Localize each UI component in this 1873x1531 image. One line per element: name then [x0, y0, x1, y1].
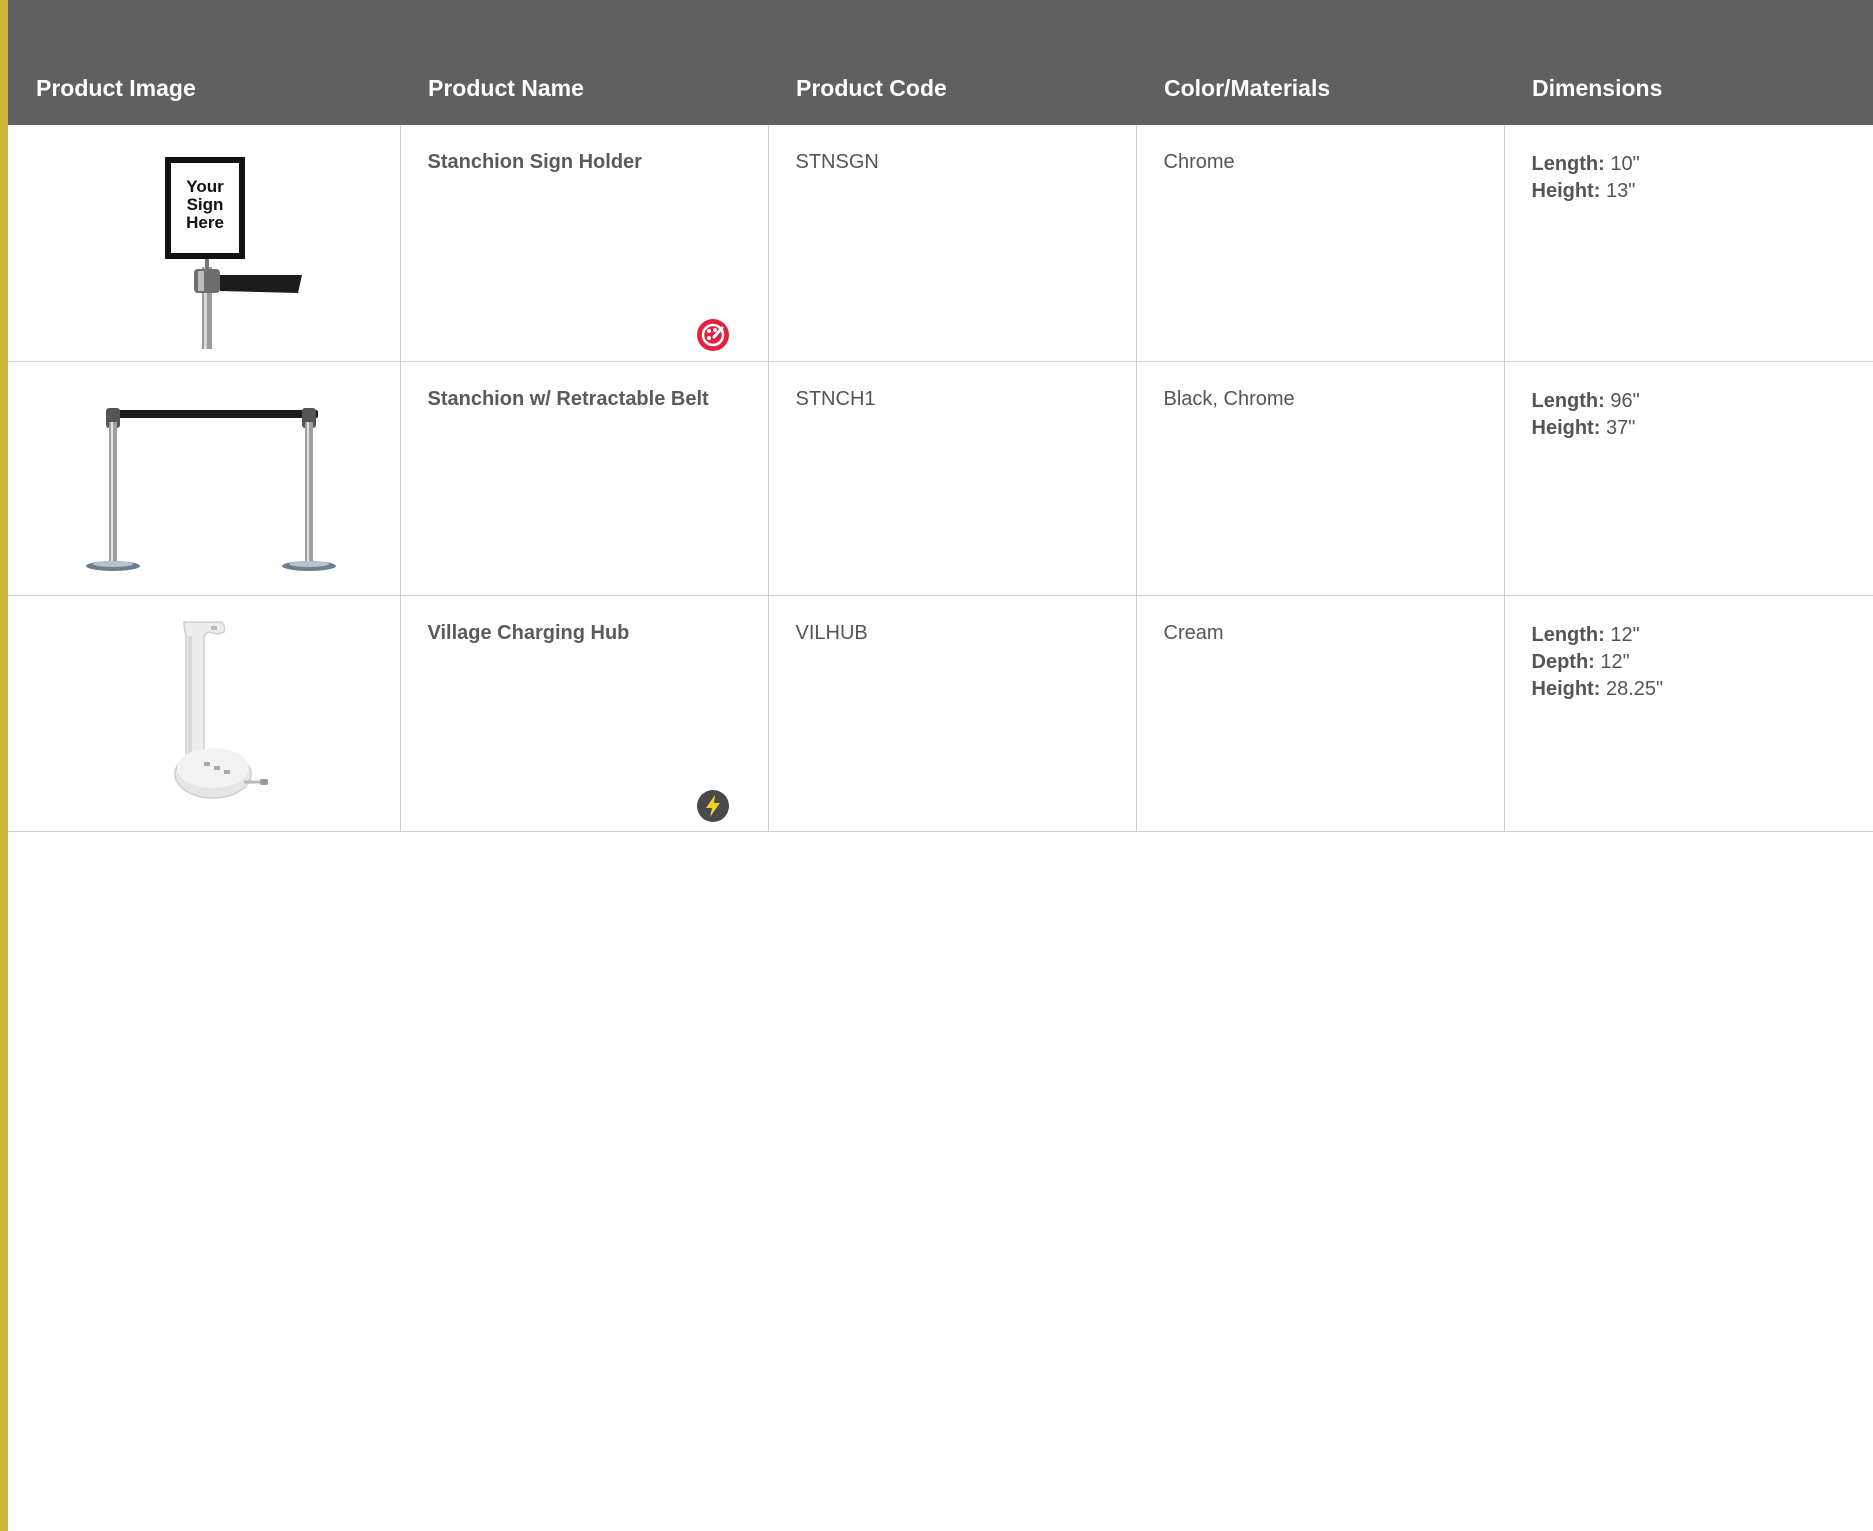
charging-hub-image [8, 596, 400, 831]
product-code-cell: STNCH1 [768, 361, 1137, 596]
product-image-cell: Your Sign Here [8, 125, 401, 362]
table-row: Village Charging Hub VILHUB Cream Length… [8, 595, 1873, 832]
product-name-cell: Stanchion Sign Holder [400, 125, 769, 362]
product-code: STNCH1 [795, 387, 876, 410]
dimension-value: 28.25" [1605, 677, 1664, 700]
dimension-label: Length: [1531, 623, 1605, 646]
dimension-line: Height: 37" [1532, 415, 1873, 442]
sign-text-line: Your [186, 177, 224, 196]
dimension-value: 12" [1600, 650, 1630, 673]
product-name: Stanchion Sign Holder [427, 151, 642, 173]
dimension-label: Height: [1531, 416, 1601, 439]
color-materials: Black, Chrome [1163, 387, 1295, 410]
dimensions-cell: Length: 10" Height: 13" [1504, 125, 1873, 362]
product-code-cell: STNSGN [768, 125, 1137, 362]
header-product-image: Product Image [36, 75, 196, 101]
product-image-cell [8, 361, 401, 596]
dimension-line: Height: 28.25" [1532, 676, 1873, 703]
product-code: STNSGN [795, 151, 879, 173]
dimension-label: Length: [1531, 389, 1605, 412]
dimension-line: Length: 96" [1532, 388, 1873, 415]
product-code: VILHUB [795, 621, 868, 644]
dimension-line: Length: 10" [1532, 151, 1873, 178]
dimension-line: Length: 12" [1532, 622, 1873, 649]
color-materials-cell: Chrome [1136, 125, 1505, 362]
table-row: Stanchion w/ Retractable Belt STNCH1 Bla… [8, 361, 1873, 596]
stanchion-sign-holder-image: Your Sign Here [8, 125, 400, 361]
color-materials-cell: Black, Chrome [1136, 361, 1505, 596]
color-materials-cell: Cream [1136, 595, 1505, 832]
color-materials: Chrome [1163, 151, 1235, 173]
sign-text-line: Here [186, 213, 224, 232]
dimension-value: 96" [1610, 389, 1640, 412]
color-materials: Cream [1163, 621, 1224, 644]
dimensions-cell: Length: 12" Depth: 12" Height: 28.25" [1504, 595, 1873, 832]
header-color-materials: Color/Materials [1164, 75, 1331, 101]
dimensions-cell: Length: 96" Height: 37" [1504, 361, 1873, 596]
dimension-line: Depth: 12" [1532, 649, 1873, 676]
header-product-name: Product Name [428, 75, 584, 101]
dimension-line: Height: 13" [1532, 178, 1873, 205]
header-dimensions: Dimensions [1532, 75, 1663, 101]
stanchion-retractable-belt-image [8, 362, 400, 595]
dimension-label: Height: [1531, 180, 1601, 202]
sign-text-line: Sign [187, 195, 224, 214]
product-image-cell [8, 595, 401, 832]
product-code-cell: VILHUB [768, 595, 1137, 832]
palette-icon [696, 319, 729, 351]
product-table: Product Image Product Name Product Code … [8, 0, 1873, 832]
table-header-row: Product Image Product Name Product Code … [8, 0, 1873, 125]
product-name-cell: Village Charging Hub [400, 595, 769, 832]
lightning-bolt-icon [696, 789, 729, 822]
header-product-code: Product Code [796, 75, 947, 101]
accent-bar [0, 0, 8, 1531]
product-name: Stanchion w/ Retractable Belt [427, 387, 709, 410]
product-name-cell: Stanchion w/ Retractable Belt [400, 361, 769, 596]
product-name: Village Charging Hub [427, 621, 630, 644]
dimension-value: 37" [1605, 416, 1636, 439]
dimension-value: 10" [1610, 153, 1640, 175]
dimension-label: Length: [1531, 153, 1605, 175]
dimension-value: 12" [1610, 623, 1640, 646]
dimension-value: 13" [1605, 180, 1636, 202]
table-row: Your Sign Here Stanchion Sign Holder STN… [8, 125, 1873, 362]
dimension-label: Height: [1531, 677, 1601, 700]
dimension-label: Depth: [1531, 650, 1595, 673]
